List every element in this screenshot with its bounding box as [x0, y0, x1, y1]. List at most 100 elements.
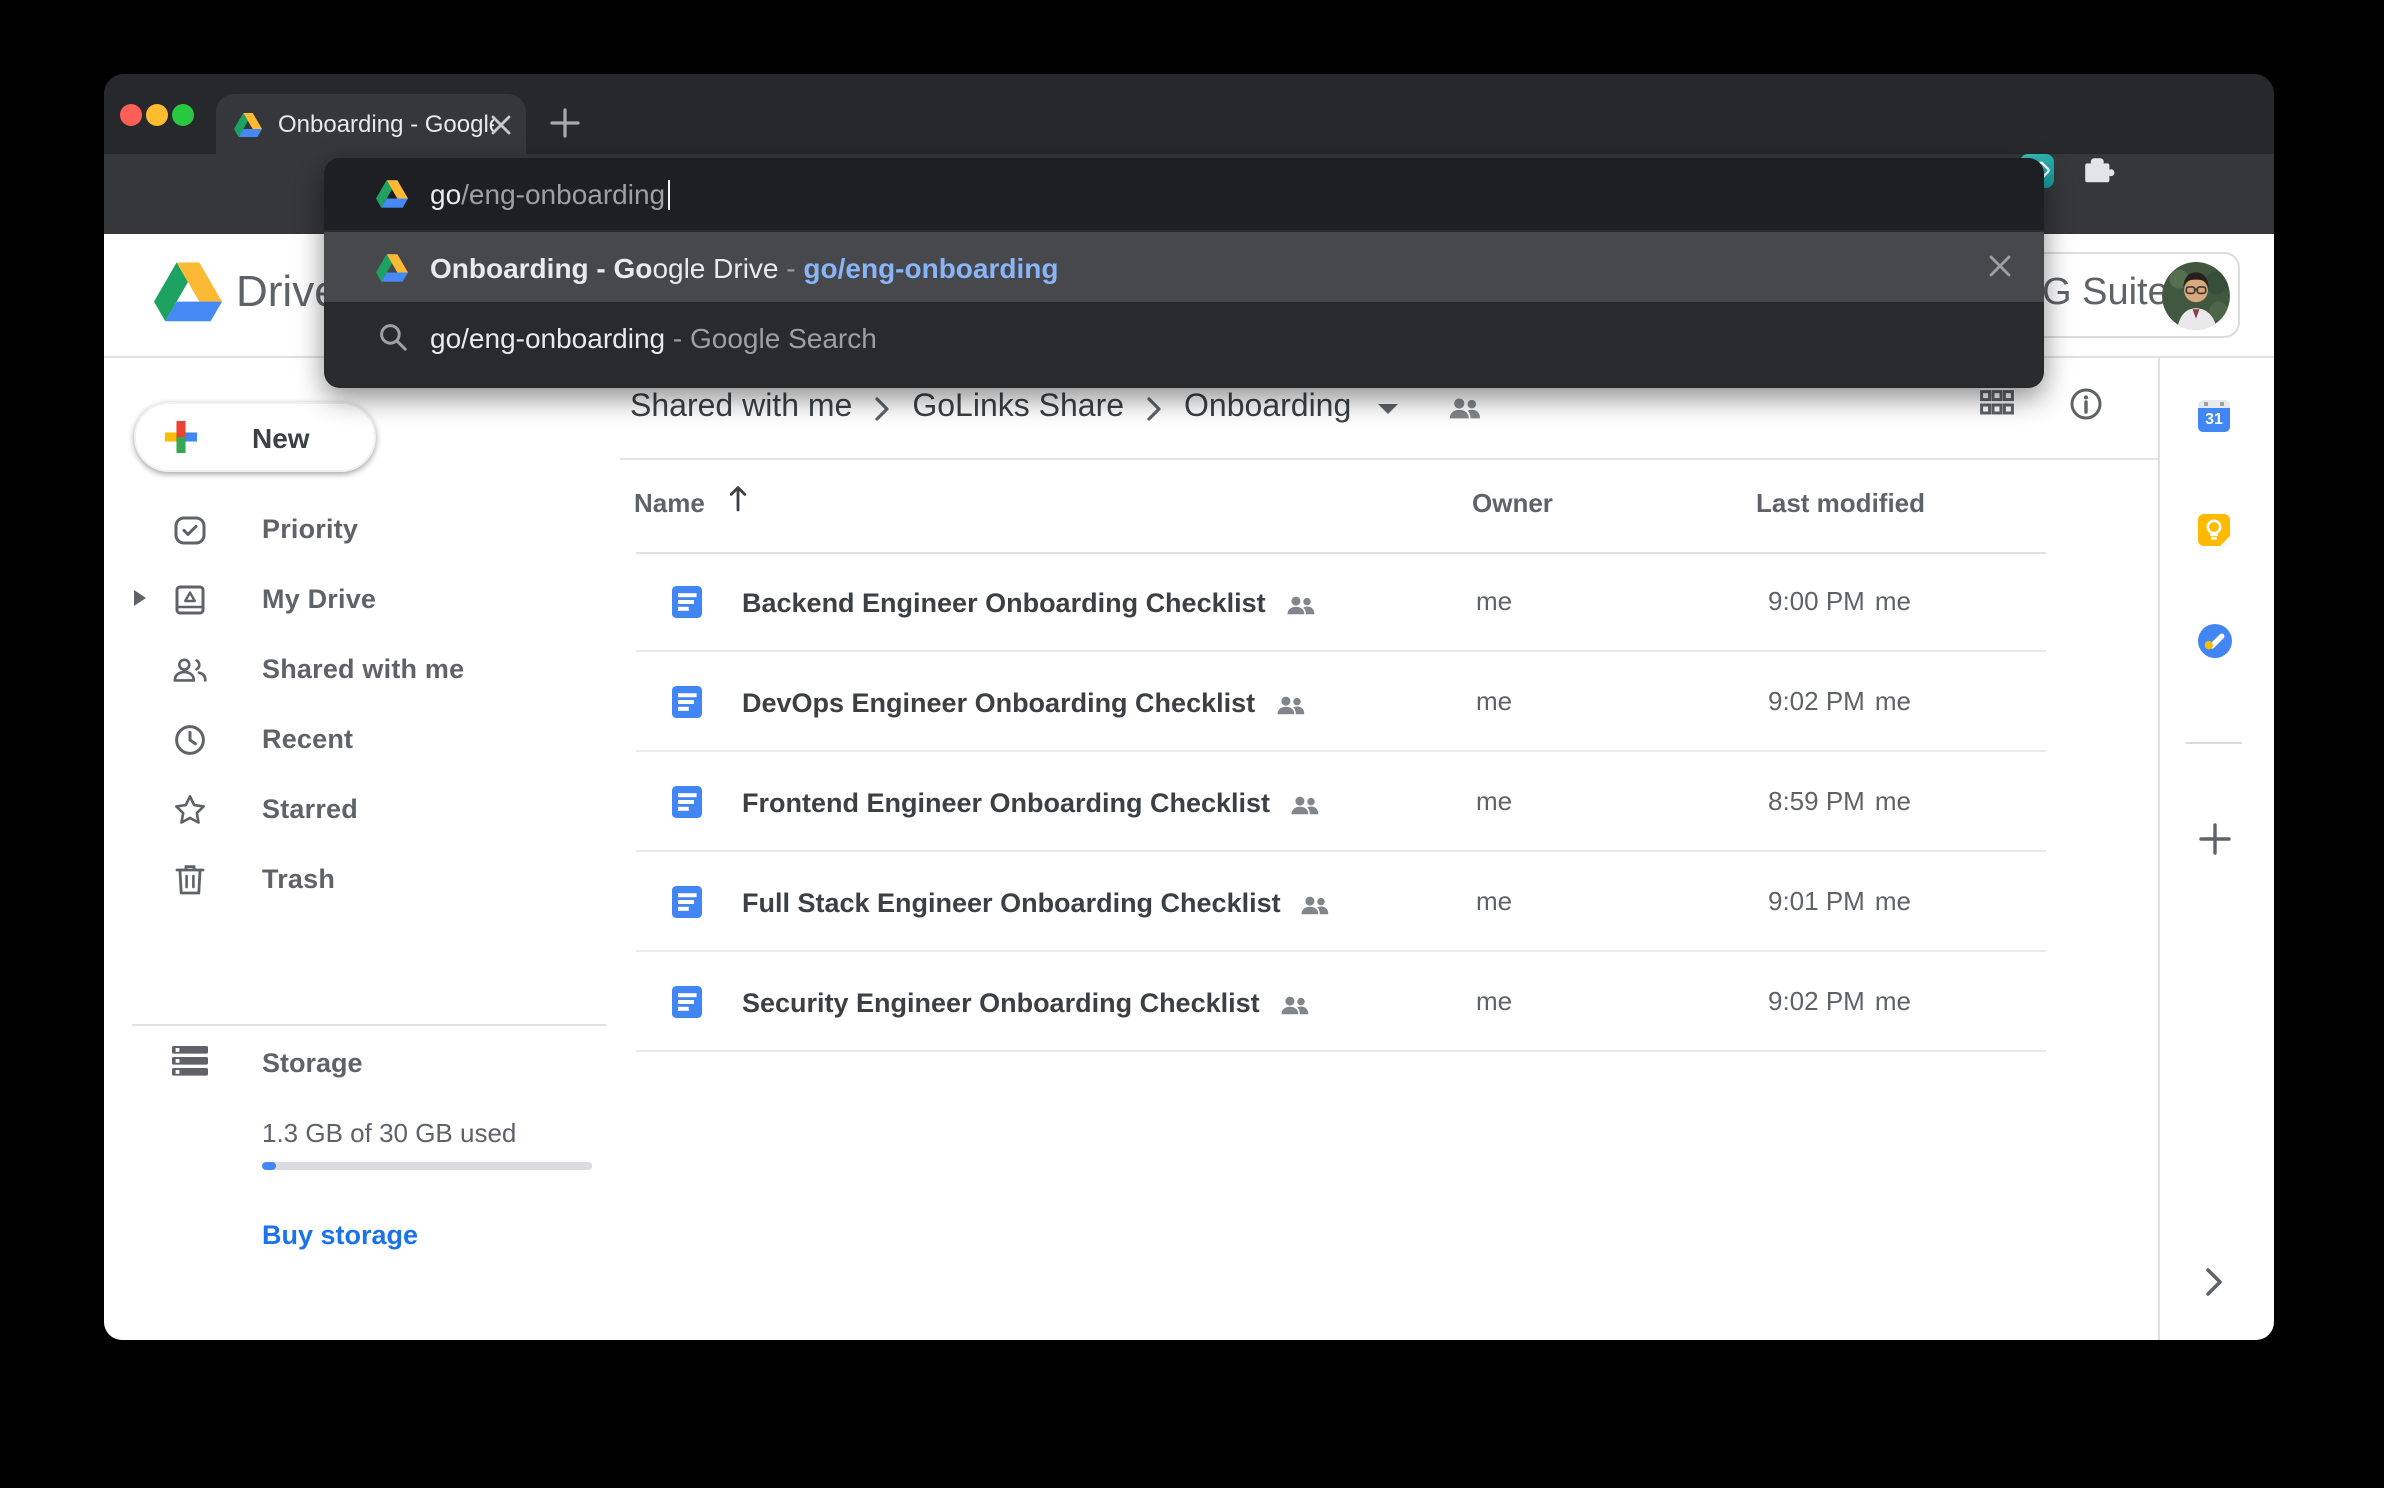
shared-people-icon: [1301, 894, 1331, 916]
right-panel-divider: [2158, 358, 2160, 1340]
suggestion-drive-result[interactable]: Onboarding - Google Drive - go/eng-onboa…: [324, 232, 2044, 302]
google-docs-icon: [672, 686, 702, 718]
breadcrumb-shared-with-me[interactable]: Shared with me: [630, 390, 852, 426]
column-header-owner[interactable]: Owner: [1472, 488, 1553, 518]
url-input[interactable]: go/eng-onboarding: [324, 158, 2044, 232]
shared-people-icon: [1280, 994, 1310, 1016]
gsuite-label: G Suite: [2042, 272, 2169, 316]
right-panel-mini-divider: [2186, 742, 2242, 744]
tab-strip: Onboarding - Google Drive: [104, 74, 2274, 154]
file-modified: 9:01 PMme: [1768, 886, 1911, 916]
browser-window: Onboarding - Google Drive: [104, 74, 2274, 1340]
google-docs-icon: [672, 886, 702, 918]
tasks-icon[interactable]: [2198, 624, 2232, 658]
keep-icon[interactable]: [2198, 514, 2230, 546]
sidebar-nav: Priority My Drive Shared with me: [104, 494, 608, 914]
column-header-last-modified[interactable]: Last modified: [1756, 488, 1925, 518]
tab-onboarding[interactable]: Onboarding - Google Drive: [216, 94, 526, 154]
tab-title: Onboarding - Google Drive: [278, 110, 494, 138]
calendar-icon[interactable]: 31: [2198, 400, 2230, 432]
file-name[interactable]: Frontend Engineer Onboarding Checklist: [742, 787, 1270, 817]
sidebar-item-my-drive[interactable]: My Drive: [104, 564, 608, 634]
puzzle-extension-icon[interactable]: [2082, 154, 2116, 188]
multicolor-plus-icon: [164, 420, 198, 454]
google-docs-icon: [672, 986, 702, 1018]
screen: Onboarding - Google Drive: [0, 0, 2384, 1488]
column-header-name[interactable]: Name: [634, 488, 705, 518]
storage-progress-fill: [262, 1162, 276, 1170]
buy-storage-link[interactable]: Buy storage: [262, 1220, 418, 1250]
new-button-label: New: [252, 421, 310, 453]
file-name[interactable]: Backend Engineer Onboarding Checklist: [742, 587, 1266, 617]
file-row[interactable]: Security Engineer Onboarding Checklist m…: [636, 952, 2046, 1052]
file-modified: 9:00 PMme: [1768, 586, 1911, 616]
file-row[interactable]: Backend Engineer Onboarding Checklist me…: [636, 552, 2046, 652]
storage-progress-bar: [262, 1162, 592, 1170]
shared-people-icon: [1290, 794, 1320, 816]
people-icon: [172, 651, 208, 687]
grid-view-icon[interactable]: [1980, 390, 2014, 416]
file-owner: me: [1476, 886, 1512, 916]
google-drive-icon: [234, 111, 262, 137]
breadcrumb-golinks-share[interactable]: GoLinks Share: [912, 390, 1124, 426]
remove-suggestion-icon[interactable]: [1988, 254, 2012, 278]
sidebar-item-trash[interactable]: Trash: [104, 844, 608, 914]
close-window-button[interactable]: [119, 103, 141, 125]
sidebar-item-recent[interactable]: Recent: [104, 704, 608, 774]
gsuite-account-pill[interactable]: G Suite: [2020, 252, 2240, 338]
info-icon[interactable]: [2068, 386, 2104, 422]
sidebar-item-storage[interactable]: Storage: [104, 1028, 608, 1098]
url-completion-text: /eng-onboarding: [461, 178, 665, 210]
calendar-day: 31: [2198, 407, 2230, 432]
expand-caret-icon[interactable]: [134, 590, 146, 606]
sidebar-divider: [132, 1024, 606, 1026]
google-drive-icon: [376, 251, 408, 283]
breadcrumb-onboarding[interactable]: Onboarding: [1184, 390, 1351, 426]
new-tab-button[interactable]: [548, 106, 582, 140]
star-icon: [172, 791, 208, 827]
google-drive-icon: [376, 178, 408, 210]
add-panel-plus-icon[interactable]: [2198, 822, 2232, 856]
my-drive-icon: [172, 581, 208, 617]
omnibox-popup: go/eng-onboarding Onboarding - Google Dr…: [324, 158, 2044, 388]
sidebar-item-shared-with-me[interactable]: Shared with me: [104, 634, 608, 704]
file-modified: 9:02 PMme: [1768, 686, 1911, 716]
chevron-right-icon[interactable]: [2200, 1266, 2228, 1298]
storage-usage-text: 1.3 GB of 30 GB used: [262, 1118, 516, 1148]
file-name[interactable]: Security Engineer Onboarding Checklist: [742, 987, 1260, 1017]
chevron-right-icon: [1146, 395, 1162, 421]
shared-folder-icon: [1447, 396, 1481, 420]
sidebar-item-starred[interactable]: Starred: [104, 774, 608, 844]
sort-ascending-icon[interactable]: [726, 484, 750, 512]
google-drive-logo[interactable]: [154, 262, 222, 322]
url-typed-text: go: [430, 178, 461, 210]
file-owner: me: [1476, 686, 1512, 716]
storage-icon: [172, 1045, 208, 1081]
file-name[interactable]: Full Stack Engineer Onboarding Checklist: [742, 887, 1281, 917]
file-row[interactable]: Full Stack Engineer Onboarding Checklist…: [636, 852, 2046, 952]
file-modified: 8:59 PMme: [1768, 786, 1911, 816]
shared-people-icon: [1286, 594, 1316, 616]
minimize-window-button[interactable]: [145, 103, 167, 125]
zoom-window-button[interactable]: [171, 103, 193, 125]
file-name[interactable]: DevOps Engineer Onboarding Checklist: [742, 687, 1255, 717]
file-modified: 9:02 PMme: [1768, 986, 1911, 1016]
clock-icon: [172, 721, 208, 757]
file-row[interactable]: Frontend Engineer Onboarding Checklist m…: [636, 752, 2046, 852]
google-docs-icon: [672, 586, 702, 618]
file-row[interactable]: DevOps Engineer Onboarding Checklist me …: [636, 652, 2046, 752]
tab-close-icon[interactable]: [490, 114, 512, 136]
drive-page: Drive G Suite New: [104, 234, 2274, 1340]
file-owner: me: [1476, 786, 1512, 816]
google-docs-icon: [672, 786, 702, 818]
suggestion-google-search[interactable]: go/eng-onboarding - Google Search: [324, 302, 2044, 372]
file-owner: me: [1476, 586, 1512, 616]
account-avatar[interactable]: [2162, 262, 2230, 330]
file-owner: me: [1476, 986, 1512, 1016]
file-table-header: Name Owner Last modified: [104, 458, 2274, 552]
shared-people-icon: [1275, 694, 1305, 716]
chevron-right-icon: [874, 395, 890, 421]
trash-icon: [172, 861, 208, 897]
search-icon: [376, 321, 408, 353]
folder-menu-caret-icon[interactable]: [1377, 403, 1397, 413]
